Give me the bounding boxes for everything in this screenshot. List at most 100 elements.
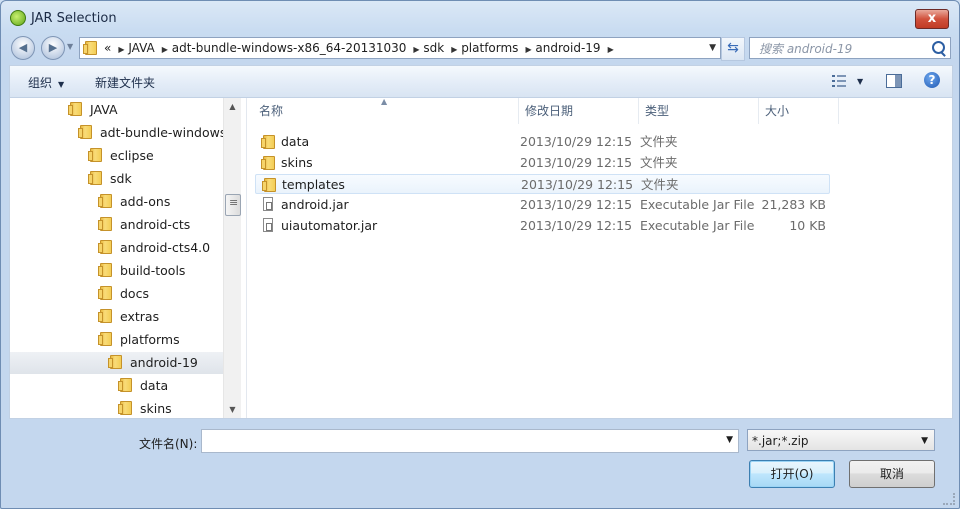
tree-item[interactable]: docs	[10, 283, 246, 305]
file-type: Executable Jar File	[640, 197, 755, 212]
tree-item-label: docs	[120, 286, 149, 301]
chevron-right-icon[interactable]: ▶	[118, 40, 124, 60]
organize-label: 组织	[28, 76, 53, 90]
file-row-hover[interactable]: templates 2013/10/29 12:15 文件夹	[255, 174, 830, 194]
tree-item[interactable]: android-cts	[10, 214, 246, 236]
tree-scrollbar[interactable]: ▲ ▼	[223, 98, 241, 418]
forward-button[interactable]: ▶	[41, 36, 65, 60]
view-options-icon[interactable]	[832, 75, 846, 87]
chevron-down-icon: ▼	[58, 80, 65, 89]
file-row[interactable]: uiautomator.jar 2013/10/29 12:15 Executa…	[255, 216, 830, 236]
breadcrumb-item[interactable]: adt-bundle-windows-x86_64-20131030	[172, 41, 407, 55]
file-row[interactable]: data 2013/10/29 12:15 文件夹	[255, 132, 830, 152]
breadcrumb-item[interactable]: platforms	[461, 41, 518, 55]
tree-item[interactable]: build-tools	[10, 260, 246, 282]
resize-grip[interactable]	[943, 493, 955, 505]
jar-file-icon	[263, 218, 273, 232]
scroll-up-icon[interactable]: ▲	[224, 98, 241, 115]
tree-item-label: android-19	[130, 355, 198, 370]
folder-icon	[118, 401, 132, 415]
tree-item-label: extras	[120, 309, 160, 324]
open-button[interactable]: 打开(O)	[749, 460, 835, 488]
file-type-filter[interactable]: *.jar;*.zip ▼	[747, 429, 935, 451]
refresh-icon[interactable]: ⇆	[721, 37, 745, 61]
file-size: 21,283 KB	[761, 197, 826, 212]
column-header-label: 名称	[259, 104, 284, 118]
preview-pane-icon[interactable]	[886, 74, 902, 88]
chevron-right-icon[interactable]: ▶	[525, 40, 531, 60]
folder-icon	[88, 148, 102, 162]
breadcrumb-item[interactable]: sdk	[423, 41, 444, 55]
folder-icon	[83, 41, 97, 55]
file-row[interactable]: skins 2013/10/29 12:15 文件夹	[255, 153, 830, 173]
tree-item-label: android-cts4.0	[120, 240, 211, 255]
file-name: skins	[281, 155, 313, 170]
filename-input[interactable]	[201, 429, 739, 453]
sort-ascending-icon: ▲	[381, 97, 388, 106]
help-icon[interactable]: ?	[924, 72, 940, 88]
scroll-down-icon[interactable]: ▼	[224, 401, 241, 418]
tree-item[interactable]: data	[10, 375, 246, 397]
breadcrumb-overflow[interactable]: «	[104, 41, 111, 55]
folder-icon	[118, 378, 132, 392]
tree-item[interactable]: android-cts4.0	[10, 237, 246, 259]
view-dropdown-icon[interactable]: ▼	[857, 77, 863, 86]
chevron-right-icon[interactable]: ▶	[608, 40, 614, 60]
back-button[interactable]: ◀	[11, 36, 35, 60]
tree-item-label: sdk	[110, 171, 132, 186]
tree-item[interactable]: platforms	[10, 329, 246, 351]
organize-button[interactable]: 组织 ▼	[28, 74, 64, 91]
tree-item[interactable]: adt-bundle-windows-	[10, 122, 246, 144]
folder-icon	[98, 332, 112, 346]
file-row[interactable]: android.jar 2013/10/29 12:15 Executable …	[255, 195, 830, 215]
file-type: 文件夹	[641, 177, 679, 192]
tree-item[interactable]: JAVA	[10, 99, 246, 121]
folder-icon	[98, 240, 112, 254]
footer: 文件名(N): ▼ *.jar;*.zip ▼ 打开(O) 取消	[1, 419, 959, 508]
dialog-window: JAR Selection x ◀ ▶ ▼ « ▶ JAVA ▶ adt-bundl…	[0, 0, 960, 509]
tree-item-label: JAVA	[90, 102, 118, 117]
tree-item[interactable]: eclipse	[10, 145, 246, 167]
recent-locations-dropdown-icon[interactable]: ▼	[67, 42, 73, 51]
title-bar: JAR Selection x	[1, 1, 959, 33]
scrollbar-thumb[interactable]	[225, 194, 241, 216]
window-title: JAR Selection	[31, 11, 117, 26]
tree-item-label: adt-bundle-windows-	[100, 125, 231, 140]
column-header-type[interactable]: 类型	[639, 98, 759, 124]
tree-item-label: eclipse	[110, 148, 154, 163]
folder-icon	[108, 355, 122, 369]
close-button[interactable]: x	[915, 9, 949, 29]
search-icon[interactable]	[932, 41, 945, 54]
tree-item[interactable]: skins	[10, 398, 246, 418]
new-folder-button[interactable]: 新建文件夹	[95, 74, 155, 91]
breadcrumb-item[interactable]: JAVA	[128, 41, 154, 55]
chevron-right-icon[interactable]: ▶	[451, 40, 457, 60]
navigation-tree: JAVA adt-bundle-windows- eclipse sdk add…	[10, 98, 247, 418]
column-header-size[interactable]: 大小	[759, 98, 839, 124]
chevron-right-icon[interactable]: ▶	[413, 40, 419, 60]
column-header-name[interactable]: 名称 ▲	[253, 97, 519, 124]
folder-icon	[88, 171, 102, 185]
tree-item-label: build-tools	[120, 263, 186, 278]
tree-item[interactable]: extras	[10, 306, 246, 328]
file-type: 文件夹	[640, 134, 678, 149]
app-icon	[10, 10, 26, 26]
address-dropdown-icon[interactable]: ▼	[709, 38, 716, 58]
column-header-date[interactable]: 修改日期	[519, 98, 639, 124]
file-date: 2013/10/29 12:15	[520, 218, 633, 233]
chevron-right-icon[interactable]: ▶	[162, 40, 168, 60]
tree-item[interactable]: sdk	[10, 168, 246, 190]
folder-icon	[98, 194, 112, 208]
jar-file-icon	[263, 197, 273, 211]
tree-item[interactable]: add-ons	[10, 191, 246, 213]
breadcrumb-item[interactable]: android-19	[535, 41, 600, 55]
command-bar: 组织 ▼ 新建文件夹 ▼ ?	[9, 65, 953, 98]
search-input[interactable]: 搜索 android-19	[749, 37, 951, 59]
tree-item-selected[interactable]: android-19	[10, 352, 223, 374]
folder-icon	[98, 263, 112, 277]
file-size: 10 KB	[789, 218, 826, 233]
cancel-button[interactable]: 取消	[849, 460, 935, 488]
address-bar[interactable]: « ▶ JAVA ▶ adt-bundle-windows-x86_64-20131…	[79, 37, 721, 59]
browser-panel: JAVA adt-bundle-windows- eclipse sdk add…	[9, 97, 953, 419]
file-list: 名称 ▲ 修改日期 类型 大小 data 2013/10/29 12:15 文件夹…	[247, 97, 952, 418]
